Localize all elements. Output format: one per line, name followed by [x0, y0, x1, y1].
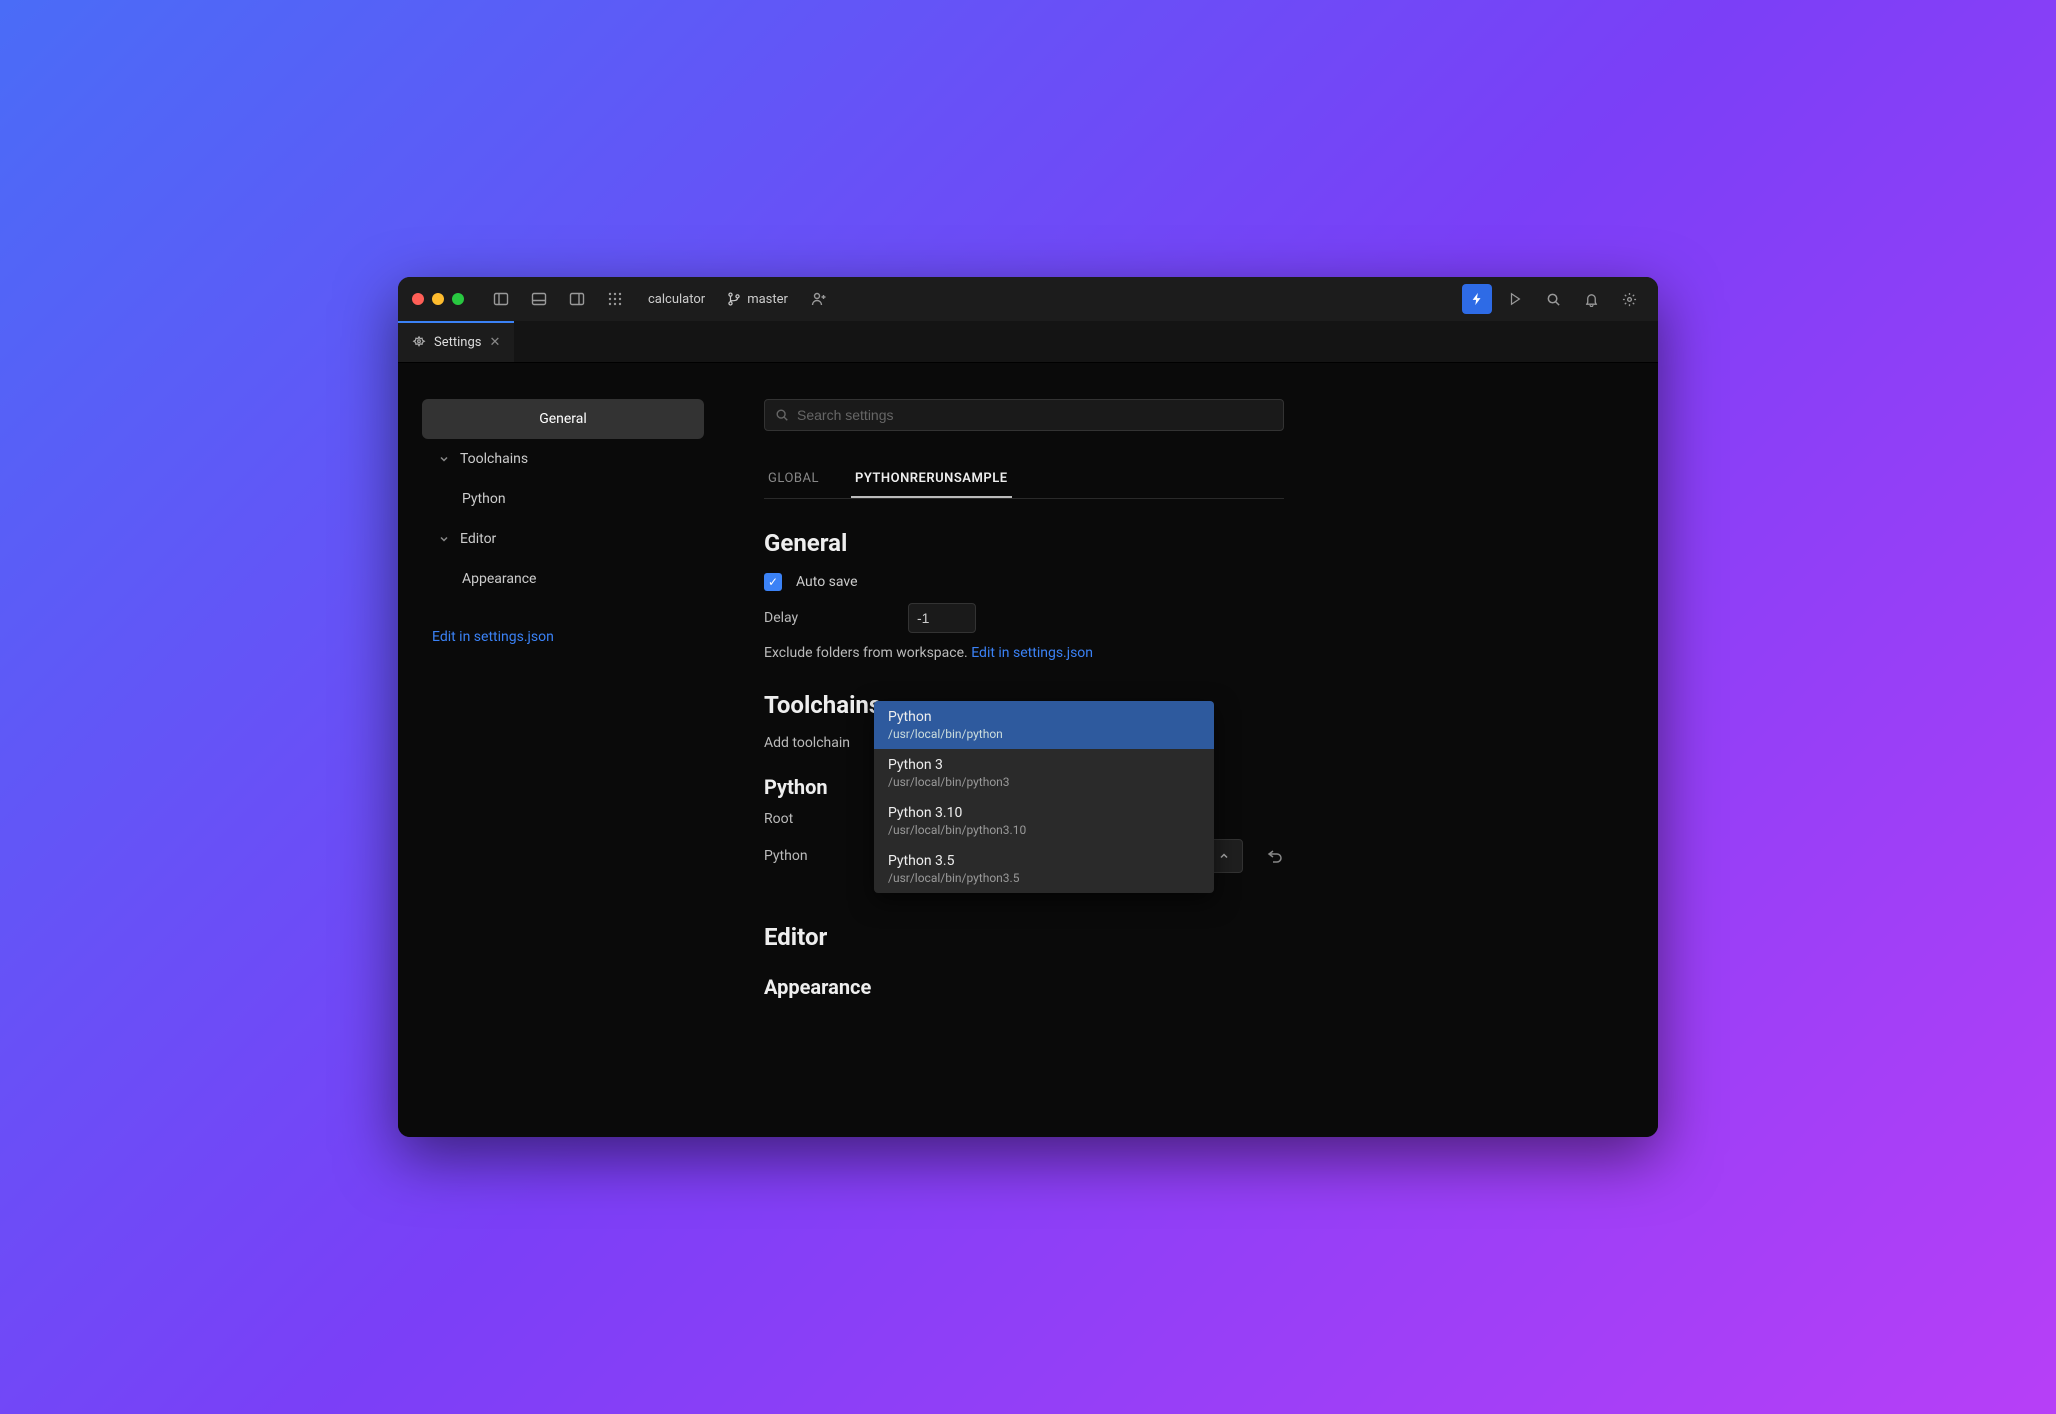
- sidebar-item-label: General: [539, 411, 587, 427]
- gear-icon: [412, 336, 426, 350]
- content-area: General Toolchains Python Editor Appeara…: [398, 363, 1658, 1137]
- project-name[interactable]: calculator: [648, 292, 705, 307]
- dropdown-option-path: /usr/local/bin/python: [888, 727, 1200, 741]
- settings-gear-icon[interactable]: [1614, 284, 1644, 314]
- sidebar-item-python[interactable]: Python: [422, 479, 704, 519]
- scope-tab-global[interactable]: GLOBAL: [764, 461, 823, 498]
- dropdown-option[interactable]: Python /usr/local/bin/python: [874, 701, 1214, 749]
- minimize-window-button[interactable]: [432, 293, 444, 305]
- sidebar-item-label: Toolchains: [460, 451, 528, 467]
- section-heading-general: General: [764, 529, 1598, 557]
- branch-selector[interactable]: master: [727, 292, 788, 307]
- close-tab-icon[interactable]: ✕: [489, 335, 500, 350]
- apps-grid-icon[interactable]: [600, 284, 630, 314]
- python-dropdown-list[interactable]: Python /usr/local/bin/python Python 3 /u…: [874, 701, 1214, 893]
- sidebar-item-editor[interactable]: Editor: [422, 519, 704, 559]
- edit-settings-json-link[interactable]: Edit in settings.json: [422, 629, 704, 645]
- dropdown-option[interactable]: Python 3.5 /usr/local/bin/python3.5: [874, 845, 1214, 893]
- exclude-edit-link[interactable]: Edit in settings.json: [971, 645, 1093, 661]
- auto-save-checkbox[interactable]: ✓: [764, 573, 782, 591]
- right-panel-toggle-icon[interactable]: [562, 284, 592, 314]
- app-window: calculator master Settings ✕: [398, 277, 1658, 1137]
- settings-main: GLOBAL PYTHONRERUNSAMPLE General ✓ Auto …: [728, 363, 1658, 1137]
- dropdown-option-name: Python 3.5: [888, 853, 1200, 869]
- subsection-heading-appearance: Appearance: [764, 975, 1598, 999]
- search-settings-box[interactable]: [764, 399, 1284, 431]
- dropdown-option-path: /usr/local/bin/python3.10: [888, 823, 1200, 837]
- sidebar-item-toolchains[interactable]: Toolchains: [422, 439, 704, 479]
- auto-save-label: Auto save: [796, 574, 858, 590]
- dropdown-option-name: Python 3.10: [888, 805, 1200, 821]
- branch-name: master: [747, 292, 788, 307]
- dropdown-option-name: Python 3: [888, 757, 1200, 773]
- search-settings-input[interactable]: [797, 407, 1273, 423]
- scope-tabs: GLOBAL PYTHONRERUNSAMPLE: [764, 461, 1284, 499]
- delay-label: Delay: [764, 610, 894, 626]
- tab-settings[interactable]: Settings ✕: [398, 321, 514, 362]
- chevron-down-icon: [438, 533, 456, 545]
- section-heading-editor: Editor: [764, 923, 1598, 951]
- add-user-icon[interactable]: [804, 284, 834, 314]
- dropdown-option-path: /usr/local/bin/python3.5: [888, 871, 1200, 885]
- chevron-up-icon: [1218, 850, 1230, 862]
- close-window-button[interactable]: [412, 293, 424, 305]
- delay-input[interactable]: [908, 603, 976, 633]
- dropdown-option[interactable]: Python 3 /usr/local/bin/python3: [874, 749, 1214, 797]
- tabbar: Settings ✕: [398, 321, 1658, 363]
- notifications-icon[interactable]: [1576, 284, 1606, 314]
- dropdown-option-path: /usr/local/bin/python3: [888, 775, 1200, 789]
- sidebar-item-general[interactable]: General: [422, 399, 704, 439]
- bolt-button[interactable]: [1462, 284, 1492, 314]
- sidebar-item-label: Editor: [460, 531, 496, 547]
- bottom-panel-toggle-icon[interactable]: [524, 284, 554, 314]
- sidebar-item-label: Python: [462, 491, 506, 507]
- tab-label: Settings: [434, 335, 481, 350]
- left-panel-toggle-icon[interactable]: [486, 284, 516, 314]
- sidebar-item-label: Appearance: [462, 571, 536, 587]
- undo-icon[interactable]: [1267, 848, 1283, 864]
- settings-sidebar: General Toolchains Python Editor Appeara…: [398, 363, 728, 1137]
- sidebar-item-appearance[interactable]: Appearance: [422, 559, 704, 599]
- run-button-icon[interactable]: [1500, 284, 1530, 314]
- titlebar: calculator master: [398, 277, 1658, 321]
- traffic-lights: [412, 293, 464, 305]
- scope-tab-project[interactable]: PYTHONRERUNSAMPLE: [851, 461, 1012, 498]
- dropdown-option-name: Python: [888, 709, 1200, 725]
- dropdown-option[interactable]: Python 3.10 /usr/local/bin/python3.10: [874, 797, 1214, 845]
- branch-icon: [727, 292, 741, 306]
- chevron-down-icon: [438, 453, 456, 465]
- python-dropdown: Python /usr/local/bin/python Python 3 /u…: [874, 701, 1214, 893]
- search-icon: [775, 408, 789, 422]
- maximize-window-button[interactable]: [452, 293, 464, 305]
- exclude-folders-text: Exclude folders from workspace.: [764, 645, 968, 661]
- search-icon[interactable]: [1538, 284, 1568, 314]
